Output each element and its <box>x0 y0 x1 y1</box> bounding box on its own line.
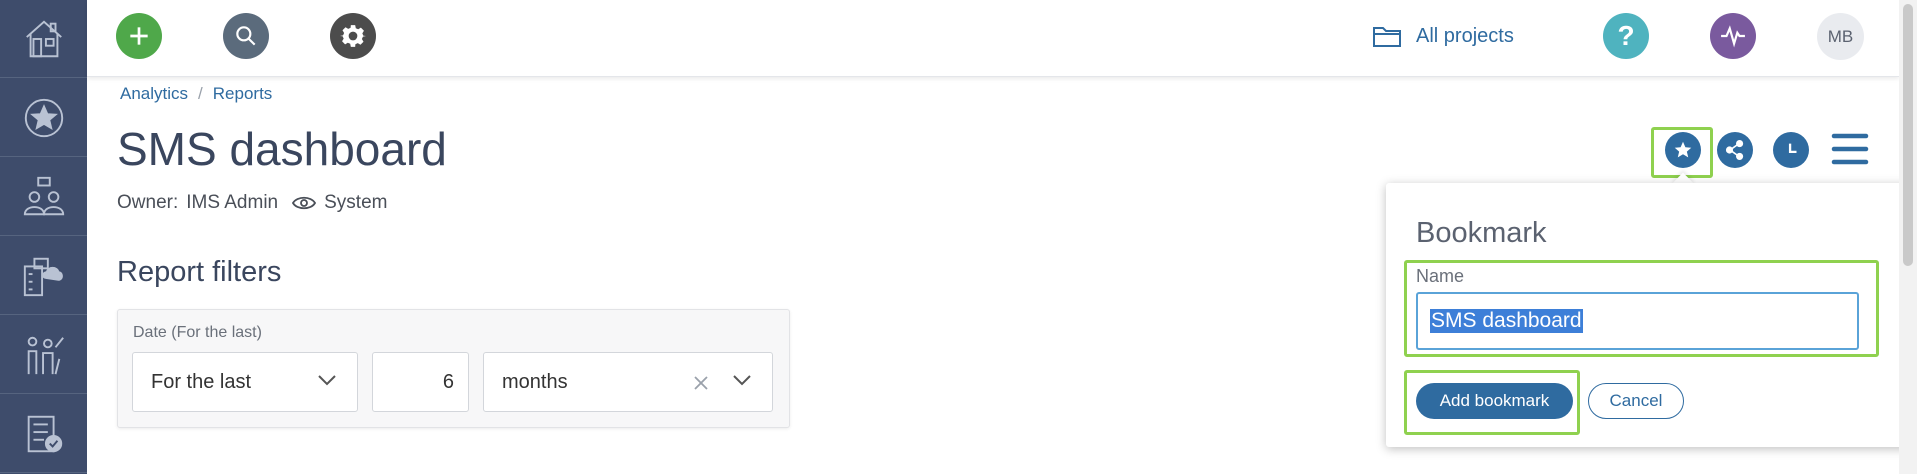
top-bar: All projects ? MB <box>87 0 1899 77</box>
sidebar-item-tasks[interactable] <box>0 395 87 473</box>
history-button[interactable] <box>1773 132 1809 168</box>
menu-button[interactable] <box>1831 130 1869 168</box>
question-icon: ? <box>1617 20 1635 51</box>
home-icon <box>25 19 62 57</box>
bookmark-highlight <box>1651 127 1713 178</box>
all-projects-label: All projects <box>1416 24 1514 47</box>
eye-icon <box>292 196 317 210</box>
breadcrumb-item-reports[interactable]: Reports <box>213 84 273 104</box>
all-projects-link[interactable]: All projects <box>1372 18 1514 54</box>
mode-select-value: For the last <box>151 370 252 393</box>
sidebar-item-community[interactable] <box>0 316 87 394</box>
share-icon <box>1725 140 1744 160</box>
activity-button[interactable] <box>1710 13 1756 59</box>
visibility-label: System <box>324 192 388 213</box>
plus-icon <box>130 27 148 45</box>
breadcrumb: Analytics / Reports <box>120 84 272 104</box>
star-icon <box>24 98 63 137</box>
gear-icon <box>340 25 366 47</box>
scrollbar[interactable] <box>1899 0 1917 474</box>
breadcrumb-item-analytics[interactable]: Analytics <box>120 84 188 104</box>
owner-name: IMS Admin <box>186 192 279 213</box>
share-button[interactable] <box>1717 132 1753 168</box>
cancel-button[interactable]: Cancel <box>1588 383 1684 419</box>
family-icon <box>27 336 64 374</box>
breadcrumb-separator: / <box>198 84 203 103</box>
name-field-highlight <box>1404 260 1879 357</box>
help-button[interactable]: ? <box>1603 13 1649 59</box>
date-filter-card: Date (For the last) For the last 6 month… <box>117 309 790 428</box>
settings-button[interactable] <box>330 13 376 59</box>
avatar-initials: MB <box>1827 26 1854 46</box>
avatar[interactable]: MB <box>1817 13 1864 60</box>
amount-input[interactable]: 6 <box>372 352 469 412</box>
date-filter-label: Date (For the last) <box>133 324 262 341</box>
search-button[interactable] <box>223 13 269 59</box>
clock-icon <box>1788 143 1797 153</box>
hamburger-menu-icon <box>1831 133 1869 165</box>
page-title: SMS dashboard <box>117 123 447 175</box>
sidebar-item-facilities[interactable] <box>0 237 87 315</box>
search-icon <box>236 26 256 46</box>
report-filters-title: Report filters <box>117 256 282 288</box>
chevron-down-icon <box>733 375 751 386</box>
sidebar-item-favorites[interactable] <box>0 79 87 157</box>
pulse-icon <box>1721 25 1745 48</box>
amount-input-value: 6 <box>442 370 454 393</box>
clear-icon[interactable] <box>692 374 710 392</box>
owner-info: Owner: IMS Admin System <box>117 192 387 214</box>
checklist-icon <box>27 415 62 452</box>
sidebar-item-home[interactable] <box>0 0 87 78</box>
owner-label: Owner: <box>117 192 179 213</box>
sidebar <box>0 0 87 474</box>
unit-select[interactable]: months <box>483 352 773 412</box>
add-bookmark-highlight <box>1404 370 1580 435</box>
sidebar-item-people[interactable] <box>0 158 87 236</box>
bookmark-popover-title: Bookmark <box>1416 217 1547 249</box>
building-cloud-icon <box>23 257 63 296</box>
chevron-down-icon <box>318 375 336 386</box>
add-button[interactable] <box>116 13 162 59</box>
people-chat-icon <box>23 176 64 215</box>
unit-select-value: months <box>502 370 568 393</box>
folder-icon <box>1373 27 1401 47</box>
scrollbar-thumb[interactable] <box>1903 4 1913 266</box>
mode-select[interactable]: For the last <box>132 352 358 412</box>
